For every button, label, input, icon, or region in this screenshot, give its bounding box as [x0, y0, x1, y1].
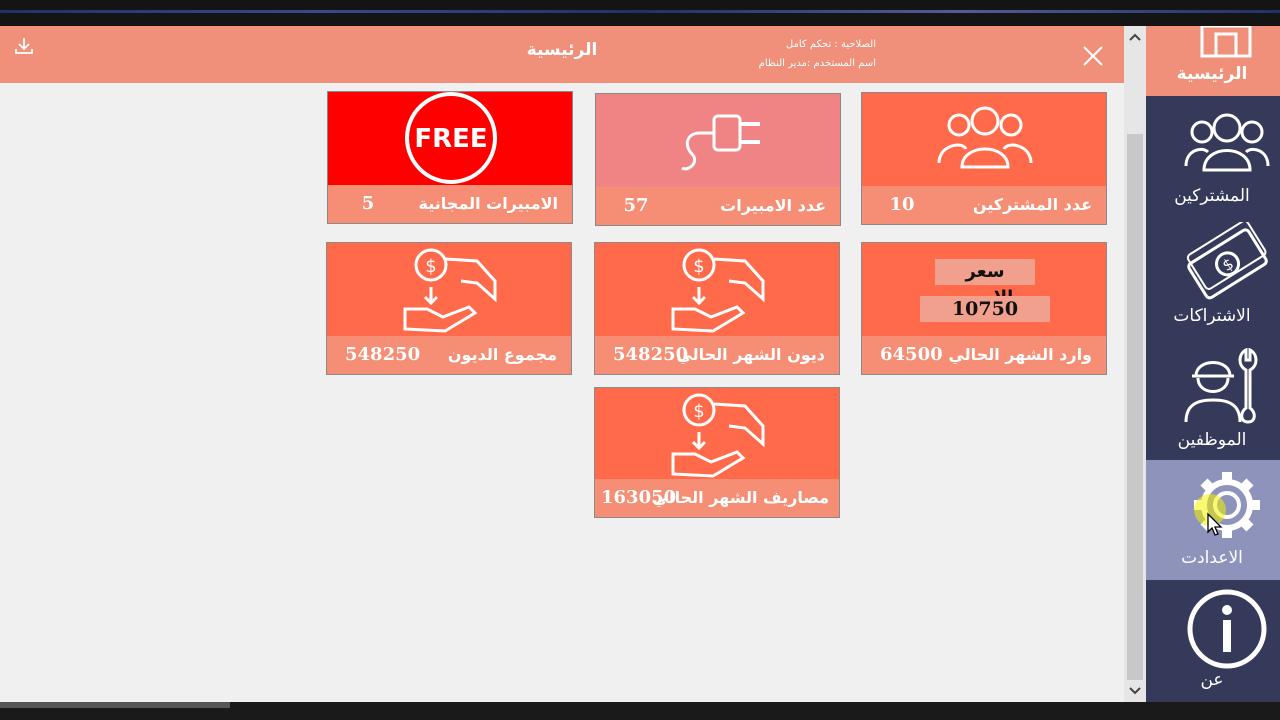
- tile-label: عدد الامبيرات: [720, 196, 826, 215]
- sidebar-item-home[interactable]: الرئيسية: [1146, 26, 1280, 96]
- money-hand-icon: $: [671, 248, 765, 333]
- sidebar-item-subscribers[interactable]: المشتركين: [1146, 110, 1280, 214]
- tile-label-bar: مجموع الديون 548250: [327, 336, 571, 374]
- header-bar: الرئيسية الصلاحية : تحكم كامل اسم المستخ…: [0, 26, 1124, 83]
- tile-label-bar: مصاريف الشهر الحالي 163050: [595, 479, 839, 517]
- sidebar-item-settings[interactable]: الاعدادت: [1146, 460, 1280, 580]
- close-icon[interactable]: [1080, 43, 1106, 69]
- taskbar-strip: [0, 702, 1280, 720]
- gear-icon: [1194, 472, 1260, 538]
- scrollbar-thumb[interactable]: [1127, 134, 1143, 680]
- tile-label-bar: ديون الشهر الحالي 548250: [595, 336, 839, 374]
- tile-value: 10: [889, 194, 915, 215]
- price-value: 10750: [920, 296, 1050, 322]
- sidebar-item-about[interactable]: عن: [1146, 584, 1280, 696]
- page-title: الرئيسية: [526, 40, 598, 60]
- money-hand-icon: $: [403, 248, 497, 333]
- users-icon: [1184, 113, 1270, 172]
- tile-label-bar: الامبيرات المجانية 5: [328, 185, 572, 223]
- tile-value: 548250: [613, 344, 689, 365]
- cursor-icon: [1207, 512, 1223, 536]
- tile-label: الامبيرات المجانية: [418, 194, 558, 213]
- download-icon[interactable]: [12, 34, 36, 58]
- free-icon: FREE: [405, 92, 497, 184]
- svg-text:$: $: [425, 256, 436, 277]
- free-icon-text: FREE: [414, 124, 487, 154]
- browser-top-strip: [0, 0, 1280, 26]
- tile-total-debts[interactable]: $ مجموع الديون 548250: [326, 242, 572, 375]
- sidebar-item-label: الموظفين: [1177, 430, 1247, 450]
- tile-value: 57: [623, 195, 649, 216]
- tile-label-bar: عدد الامبيرات 57: [596, 187, 840, 225]
- sidebar-item-label: المشتركين: [1174, 186, 1250, 206]
- tile-label-bar: وارد الشهر الحالي 64500: [862, 336, 1106, 374]
- sidebar-item-employees[interactable]: الموظفين: [1146, 346, 1280, 456]
- tile-monthly-expenses[interactable]: $ مصاريف الشهر الحالي 163050: [594, 387, 840, 518]
- plug-icon: [681, 114, 760, 171]
- tile-free-amperes[interactable]: FREE الامبيرات المجانية 5: [327, 91, 573, 224]
- banknote-icon: $: [1186, 222, 1268, 300]
- scroll-up-icon[interactable]: [1127, 30, 1143, 46]
- tile-label-bar: عدد المشتركين 10: [862, 186, 1106, 224]
- tile-subscribers-count[interactable]: عدد المشتركين 10: [861, 92, 1107, 225]
- tile-amperes-count[interactable]: عدد الامبيرات 57: [595, 93, 841, 226]
- money-hand-icon: $: [671, 393, 765, 478]
- tile-value: 5: [361, 193, 375, 214]
- svg-text:$: $: [693, 256, 704, 277]
- sidebar-item-label: الاشتراكات: [1173, 306, 1251, 326]
- tile-value: 64500: [880, 344, 943, 365]
- info-icon: [1187, 589, 1267, 669]
- username-text: اسم المستخدم :مدير النظام: [758, 58, 876, 69]
- sidebar-item-subscriptions[interactable]: $ الاشتراكات: [1146, 222, 1280, 332]
- price-title: سعر الامبير: [935, 259, 1035, 308]
- sidebar-item-label: الاعدادت: [1181, 548, 1243, 568]
- sidebar: الرئيسية المشتركين $ الاشتراكات الموظفين…: [1146, 26, 1280, 702]
- users-icon: [937, 106, 1033, 169]
- main-panel: الرئيسية الصلاحية : تحكم كامل اسم المستخ…: [0, 26, 1124, 702]
- tile-label: مجموع الديون: [447, 345, 557, 364]
- home-icon: [1200, 26, 1252, 58]
- tile-label: وارد الشهر الحالي: [948, 345, 1092, 364]
- permission-text: الصلاحية : تحكم كامل: [785, 39, 876, 50]
- tile-label: عدد المشتركين: [972, 195, 1092, 214]
- tile-monthly-debts[interactable]: $ ديون الشهر الحالي 548250: [594, 242, 840, 375]
- tile-value: 163050: [601, 487, 677, 508]
- worker-icon: [1184, 348, 1258, 424]
- tile-ampere-price[interactable]: سعر الامبير 10750 وارد الشهر الحالي 6450…: [861, 242, 1107, 375]
- vertical-scrollbar[interactable]: [1124, 26, 1146, 702]
- sidebar-item-label: عن: [1200, 670, 1224, 690]
- sidebar-item-label: الرئيسية: [1176, 64, 1248, 84]
- svg-text:$: $: [693, 401, 704, 422]
- app-window: الرئيسية الصلاحية : تحكم كامل اسم المستخ…: [0, 0, 1280, 720]
- tile-value: 548250: [345, 344, 421, 365]
